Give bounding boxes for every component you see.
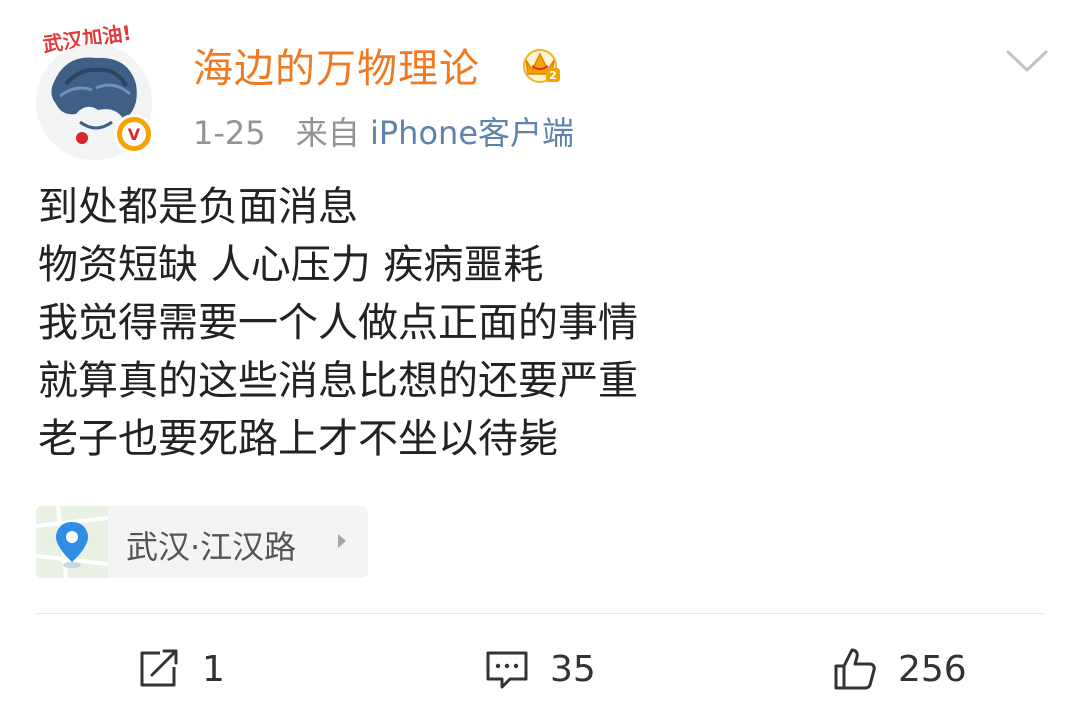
chevron-right-icon (338, 534, 346, 548)
comment-icon (486, 651, 528, 689)
source-client-link[interactable]: iPhone客户端 (370, 114, 574, 152)
location-pin-icon (36, 506, 109, 578)
divider (36, 613, 1044, 614)
comment-button[interactable]: 35 (484, 642, 596, 696)
thumbs-up-icon (834, 648, 876, 690)
repost-count: 1 (202, 648, 225, 690)
comment-count: 35 (550, 648, 596, 690)
location-label: 武汉·江汉路 (126, 528, 297, 566)
repost-button[interactable]: 1 (136, 642, 225, 696)
weibo-post: 武汉加油! V 海边的万物理论 2 1-25 来自 iPhone客户端 到处都是… (0, 0, 1080, 720)
svg-text:V: V (128, 125, 141, 144)
post-text-line: 到处都是负面消息 (38, 184, 358, 230)
avatar[interactable]: 武汉加油! V (34, 14, 158, 160)
source-prefix: 来自 (295, 114, 360, 152)
post-text-line: 物资短缺 人心压力 疾病噩耗 (38, 242, 544, 288)
repost-icon (140, 649, 178, 687)
post-text: 到处都是负面消息 物资短缺 人心压力 疾病噩耗 我觉得需要一个人做点正面的事情 … (38, 178, 1038, 468)
like-count: 256 (898, 648, 967, 690)
location-tag[interactable]: 武汉·江汉路 (36, 506, 368, 578)
post-meta: 1-25 来自 iPhone客户端 (193, 108, 574, 154)
post-time: 1-25 (193, 114, 266, 152)
post-text-line: 我觉得需要一个人做点正面的事情 (38, 300, 638, 346)
vip-crown-icon[interactable]: 2 (518, 42, 562, 86)
like-button[interactable]: 256 (832, 642, 967, 696)
verified-badge: V (114, 114, 154, 154)
post-text-line: 老子也要死路上才不坐以待毙 (38, 416, 558, 462)
post-text-line: 就算真的这些消息比想的还要严重 (38, 358, 638, 404)
chevron-down-icon[interactable] (1002, 46, 1052, 76)
location-map-thumbnail (36, 506, 109, 578)
svg-text:2: 2 (549, 69, 557, 82)
username[interactable]: 海边的万物理论 (193, 36, 480, 94)
